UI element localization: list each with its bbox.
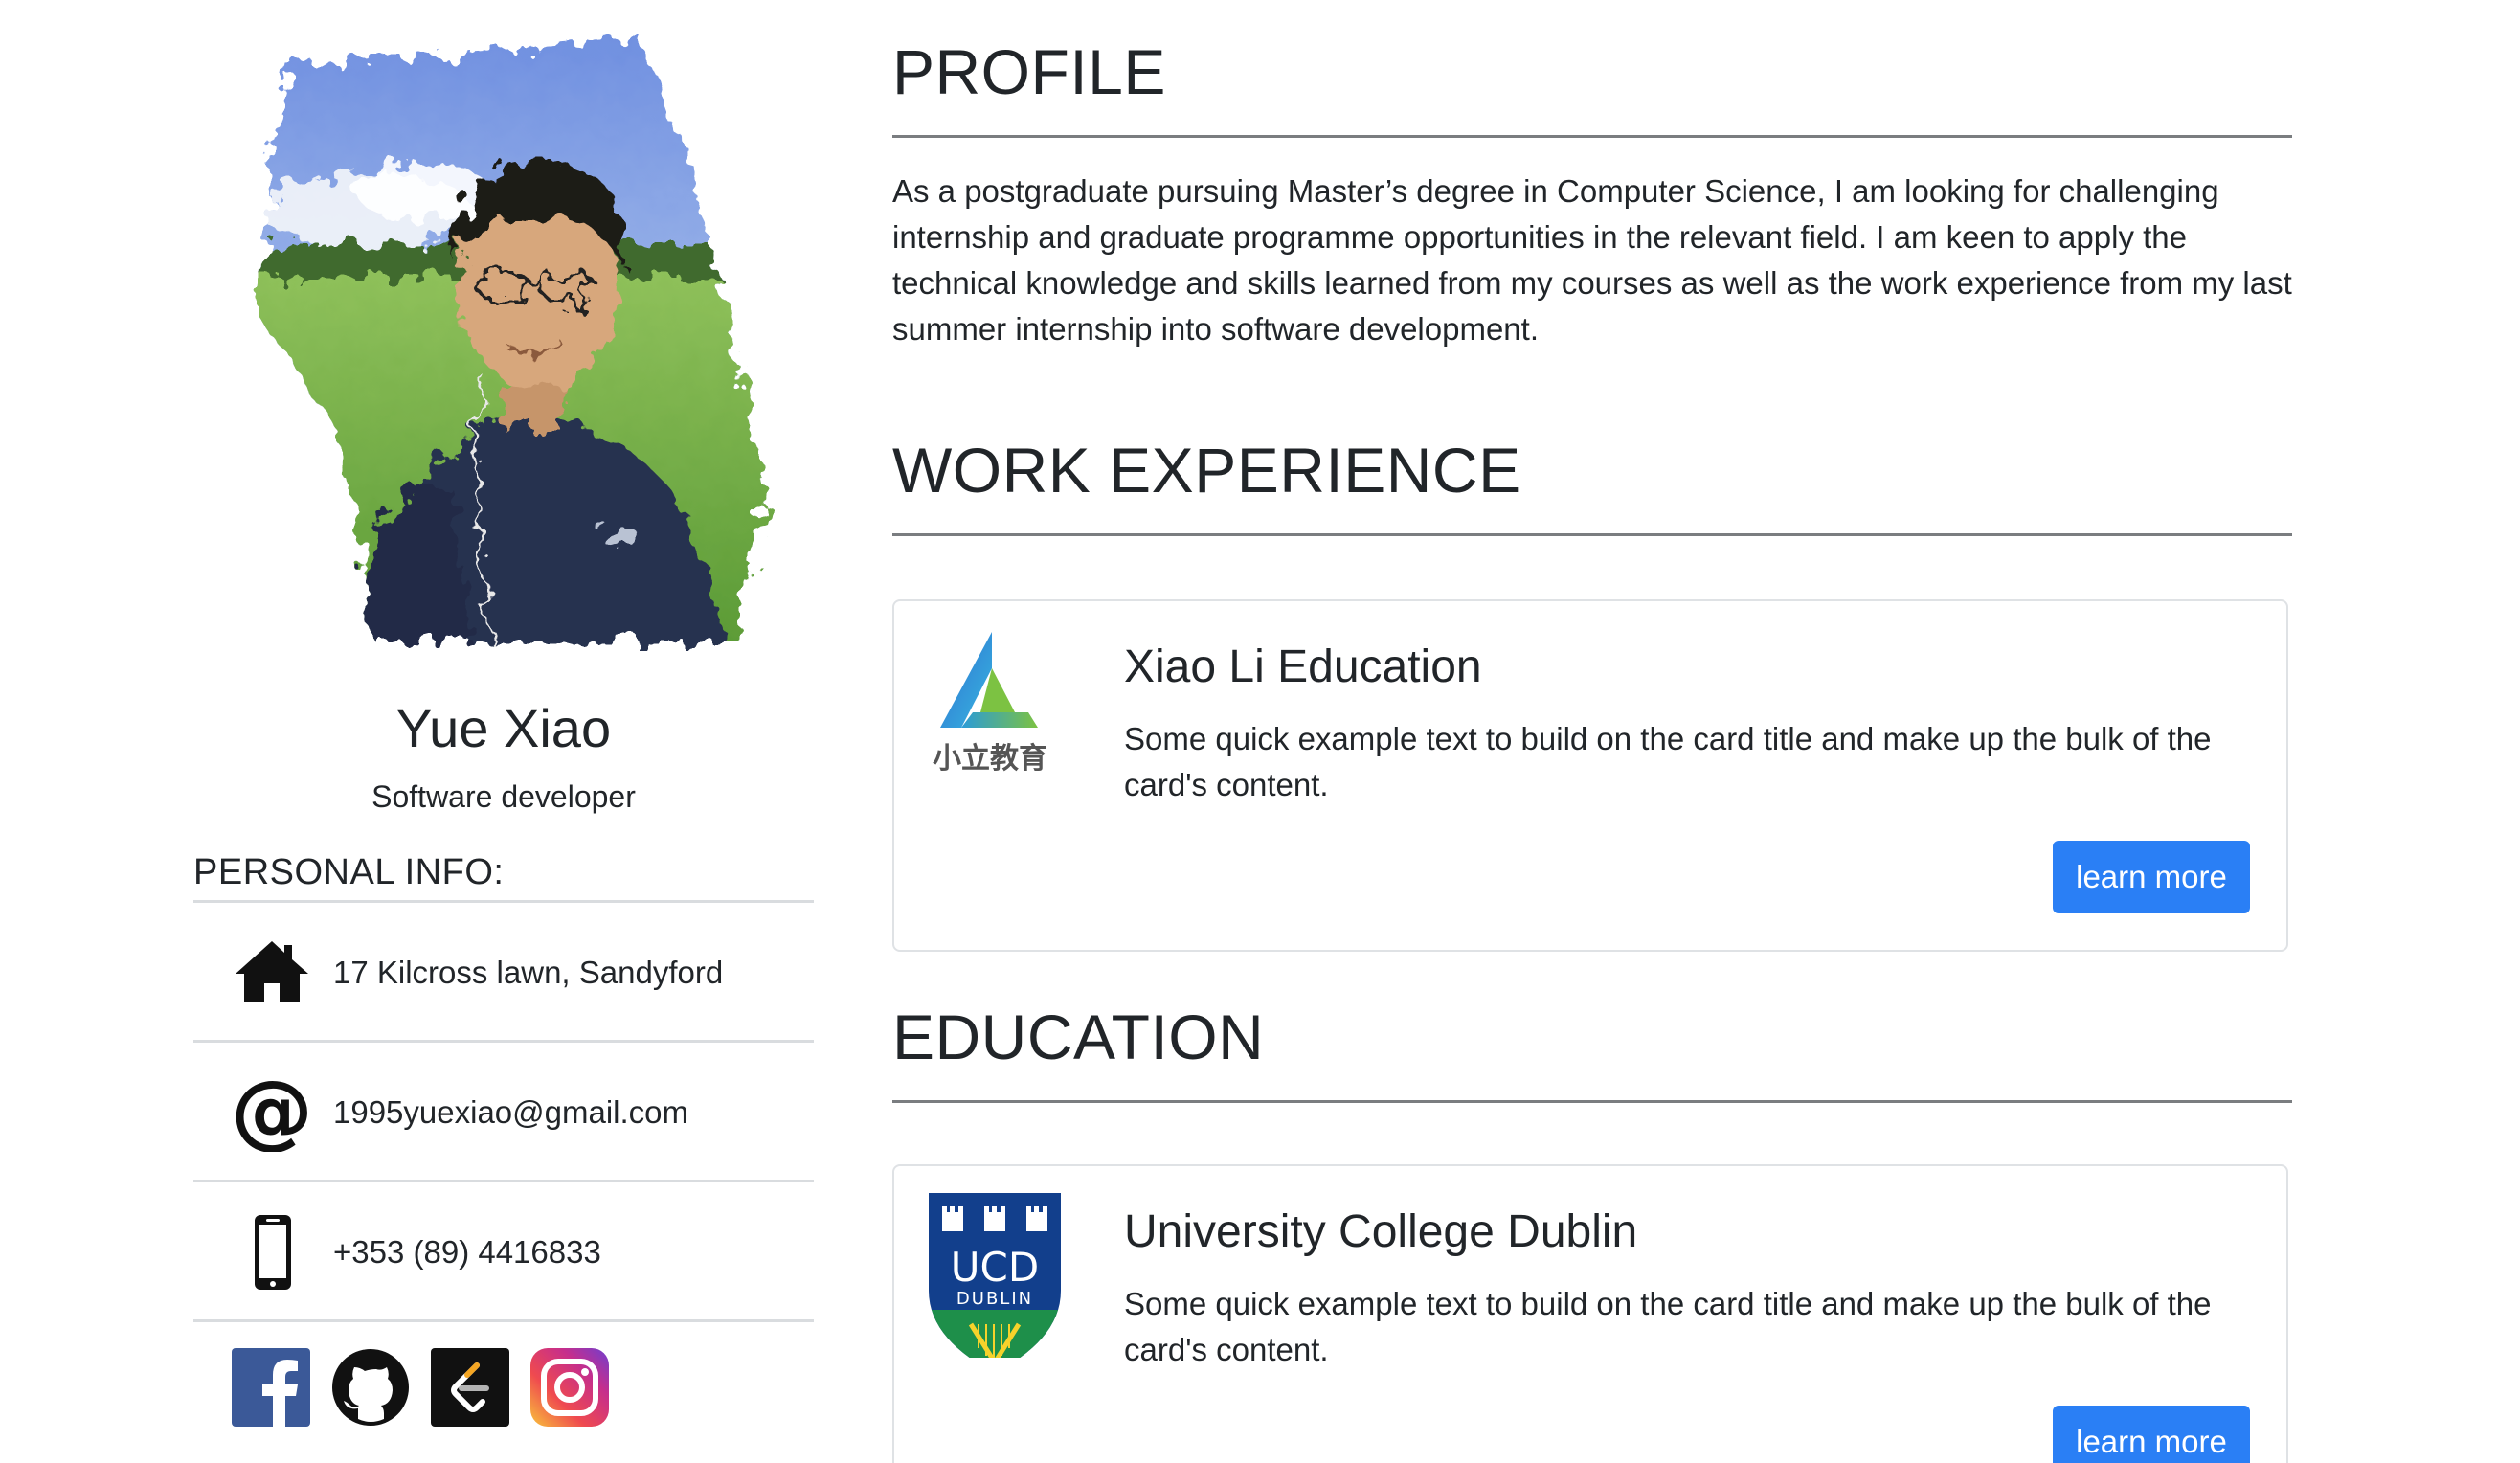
info-row-email: @ 1995yuexiao@gmail.com xyxy=(193,1043,814,1182)
person-name: Yue Xiao xyxy=(395,698,612,758)
profile-heading: PROFILE xyxy=(892,36,1166,107)
card-text: Some quick example text to build on the … xyxy=(1124,721,2212,802)
xiaoli-logo: 小立教育 xyxy=(923,620,1067,793)
card-title: Xiao Li Education xyxy=(1124,641,1482,692)
at-sign-icon: @ xyxy=(232,1071,312,1152)
main-content: PROFILE As a postgraduate pursuing Maste… xyxy=(892,0,2292,1463)
profile-text: As a postgraduate pursuing Master’s degr… xyxy=(892,173,2292,347)
section-divider xyxy=(892,533,2292,536)
ucd-logo-text: UCD xyxy=(951,1244,1039,1291)
learn-more-button[interactable]: learn more xyxy=(2053,1406,2250,1463)
work-card: 小立教育 Xiao Li Education Some quick exampl… xyxy=(892,599,2288,952)
profile-photo xyxy=(232,29,797,651)
instagram-icon[interactable] xyxy=(530,1348,609,1427)
section-divider xyxy=(892,1100,2292,1103)
personal-info-heading: PERSONAL INFO: xyxy=(193,852,505,892)
info-row-address: 17 Kilcross lawn, Sandyford xyxy=(193,903,814,1043)
card-title: University College Dublin xyxy=(1124,1206,1638,1257)
address-text: 17 Kilcross lawn, Sandyford xyxy=(333,955,724,990)
info-row-phone: +353 (89) 4416833 xyxy=(193,1182,814,1322)
work-experience-heading: WORK EXPERIENCE xyxy=(892,435,1521,506)
home-icon xyxy=(232,932,312,1012)
facebook-icon[interactable] xyxy=(232,1348,310,1427)
divider xyxy=(193,1319,814,1322)
github-icon[interactable] xyxy=(331,1348,410,1427)
phone-text: +353 (89) 4416833 xyxy=(333,1234,601,1270)
sidebar: Yue Xiao Software developer PERSONAL INF… xyxy=(193,0,814,1463)
social-links xyxy=(232,1348,630,1429)
education-card: UCD DUBLIN University College Dublin Som… xyxy=(892,1164,2288,1463)
education-heading: EDUCATION xyxy=(892,1002,1265,1072)
ucd-logo-subtext: DUBLIN xyxy=(956,1289,1033,1309)
person-role: Software developer xyxy=(371,779,636,814)
xiaoli-logo-text: 小立教育 xyxy=(933,742,1047,776)
learn-more-button[interactable]: learn more xyxy=(2053,841,2250,913)
svg-text:@: @ xyxy=(232,1071,312,1152)
card-text: Some quick example text to build on the … xyxy=(1124,1286,2212,1367)
leetcode-icon[interactable] xyxy=(431,1348,509,1427)
phone-icon xyxy=(232,1211,312,1292)
email-text[interactable]: 1995yuexiao@gmail.com xyxy=(333,1043,688,1182)
section-divider xyxy=(892,135,2292,138)
resume-page: Yue Xiao Software developer PERSONAL INF… xyxy=(0,0,2520,1463)
ucd-crest-logo: UCD DUBLIN xyxy=(923,1185,1067,1358)
